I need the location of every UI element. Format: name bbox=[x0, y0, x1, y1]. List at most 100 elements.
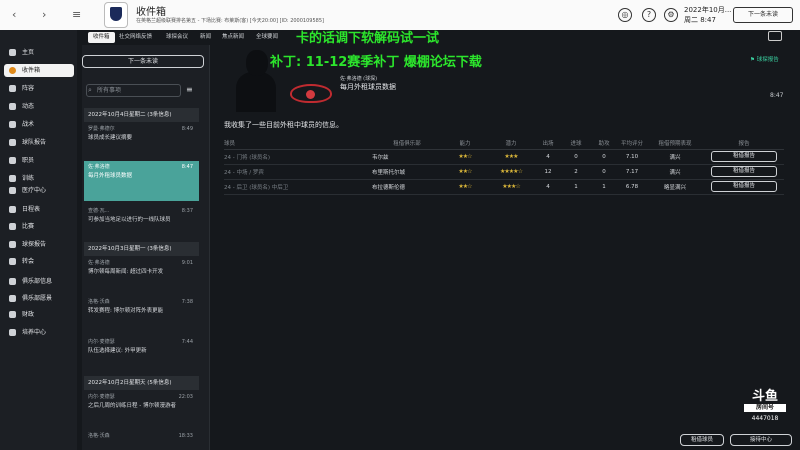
loan-club[interactable]: 韦尔兹 bbox=[372, 149, 442, 165]
continue-button[interactable]: 下一条未读 bbox=[733, 7, 793, 23]
club-badge-icon bbox=[290, 84, 332, 103]
sidebar-item-label: 日程表 bbox=[22, 206, 41, 213]
page-title: 收件箱 bbox=[136, 7, 166, 18]
apps: 4 bbox=[534, 179, 562, 195]
portrait-head bbox=[246, 50, 268, 76]
message-time: 7:44 bbox=[181, 339, 193, 345]
date-display: 2022年10月... 周二 8:47 bbox=[684, 5, 731, 25]
settings-icon[interactable]: ⚙ bbox=[664, 8, 678, 22]
next-unread-button[interactable]: 下一条未读 bbox=[82, 55, 204, 68]
sidebar-item-medical[interactable]: 医疗中心 bbox=[4, 184, 74, 197]
message-time: 22:03 bbox=[178, 394, 193, 400]
table-row[interactable]: 24 - 中场 / 罗宾 布里斯托尔城 ★★☆ ★★★★☆ 12 2 0 7.1… bbox=[224, 164, 784, 180]
player-name[interactable]: 24 - 门将 (球员名) bbox=[224, 149, 372, 165]
help-icon[interactable]: ? bbox=[642, 8, 656, 22]
message-subject: 可参加当地足以进行的一线队球员 bbox=[88, 217, 171, 223]
scout-report-link[interactable]: ⚑ 球探报告 bbox=[750, 55, 779, 63]
tab-bar: 收件箱 社交网络反馈 球探会议 新闻 焦点新闻 全球要闻 bbox=[84, 30, 800, 43]
sidebar-item-club-info[interactable]: 俱乐部信息 bbox=[4, 275, 74, 288]
avg-rating: 7.17 bbox=[618, 164, 646, 180]
list-item[interactable]: 罗曼·弗德尔 球员成长建议摘要 8:49 bbox=[84, 125, 199, 143]
list-item[interactable]: 洛格·沃森 转发赛程: 博尔顿对阵外表更能 7:38 bbox=[84, 298, 199, 316]
sidebar-item-dynamics[interactable]: 动态 bbox=[4, 100, 74, 113]
sidebar-item-schedule[interactable]: 日程表 bbox=[4, 203, 74, 216]
sidebar-item-development[interactable]: 培养中心 bbox=[4, 326, 74, 339]
table-header-row: 球员 租借俱乐部 能力 潜力 出场 进球 助攻 平均评分 租借预期表现 报告 bbox=[224, 137, 784, 150]
loan-club[interactable]: 布拉德斯伦德 bbox=[372, 179, 442, 195]
reception-center-button[interactable]: 接待中心 bbox=[730, 434, 792, 446]
message-group-header: 2022年10月2日星期天 (5条信息) bbox=[84, 376, 199, 390]
overlay-caption-line2: 补丁: 11-12赛季补丁 爆棚论坛下载 bbox=[270, 55, 482, 70]
sidebar-item-finance[interactable]: 财政 bbox=[4, 308, 74, 321]
message-subject: 球员成长建议摘要 bbox=[88, 135, 133, 141]
tab-focus-news[interactable]: 焦点新闻 bbox=[222, 32, 244, 43]
col-ability[interactable]: 能力 bbox=[442, 137, 488, 150]
col-expectation[interactable]: 租借预期表现 bbox=[646, 137, 704, 150]
sidebar-item-label: 球队报告 bbox=[22, 139, 47, 146]
list-item[interactable]: 查德·瓦... 可参加当地足以进行的一线队球员 8:37 bbox=[84, 207, 199, 225]
tab-global-news[interactable]: 全球要闻 bbox=[256, 32, 278, 43]
tab-scout-meeting[interactable]: 球探会议 bbox=[166, 32, 188, 43]
loan-club[interactable]: 布里斯托尔城 bbox=[372, 164, 442, 180]
sidebar-item-label: 职员 bbox=[22, 157, 35, 164]
col-assists[interactable]: 助攻 bbox=[590, 137, 618, 150]
sidebar-item-label: 动态 bbox=[22, 103, 35, 110]
tactics-icon bbox=[9, 121, 16, 128]
list-item[interactable]: 洛格·沃森 18:33 bbox=[84, 432, 199, 441]
player-name[interactable]: 24 - 中场 / 罗宾 bbox=[224, 164, 372, 180]
player-name[interactable]: 24 - 后卫 (球员名) 中后卫 bbox=[224, 179, 372, 195]
tab-news[interactable]: 新闻 bbox=[200, 32, 211, 43]
message-subject: 队伍选择建议: 外甲更新 bbox=[88, 348, 147, 354]
search-input[interactable]: 所有事项 bbox=[86, 84, 181, 97]
filter-menu-icon[interactable]: ≡ bbox=[186, 85, 193, 94]
back-icon[interactable]: ‹ bbox=[12, 8, 16, 21]
scout-portrait bbox=[236, 50, 276, 112]
menu-icon[interactable]: ≡ bbox=[72, 8, 81, 21]
sidebar-item-label: 医疗中心 bbox=[22, 187, 47, 194]
col-report[interactable]: 报告 bbox=[704, 137, 784, 150]
sidebar-item-label: 球探报告 bbox=[22, 241, 47, 248]
table-row[interactable]: 24 - 后卫 (球员名) 中后卫 布拉德斯伦德 ★★☆ ★★★☆ 4 1 1 … bbox=[224, 179, 784, 195]
loan-report-button[interactable]: 租借报告 bbox=[711, 166, 777, 177]
sidebar-item-team-report[interactable]: 球队报告 bbox=[4, 136, 74, 149]
sidebar-item-transfers[interactable]: 转会 bbox=[4, 255, 74, 268]
sidebar-item-staff[interactable]: 职员 bbox=[4, 154, 74, 167]
sidebar-item-matches[interactable]: 比赛 bbox=[4, 220, 74, 233]
sidebar-item-tactics[interactable]: 战术 bbox=[4, 118, 74, 131]
sidebar-item-scouting[interactable]: 球探报告 bbox=[4, 238, 74, 251]
list-item[interactable]: 佐·弗洛德 博尔顿每周新闻: 超过四卡开发 9:01 bbox=[84, 259, 199, 277]
col-apps[interactable]: 出场 bbox=[534, 137, 562, 150]
layout-settings-icon[interactable] bbox=[768, 31, 782, 41]
sidebar-item-label: 阵容 bbox=[22, 85, 35, 92]
table-row[interactable]: 24 - 门将 (球员名) 韦尔兹 ★★☆ ★★★ 4 0 0 7.10 满兴 … bbox=[224, 149, 784, 165]
col-club[interactable]: 租借俱乐部 bbox=[372, 137, 442, 150]
message-subject: 博尔顿每周新闻: 超过四卡开发 bbox=[88, 269, 164, 275]
sidebar-item-label: 战术 bbox=[22, 121, 35, 128]
list-item[interactable]: 内尔·麦德瑟 之后几周的训练日程 - 博尔顿漫游者 22:03 bbox=[84, 393, 199, 411]
col-player[interactable]: 球员 bbox=[224, 137, 372, 150]
col-goals[interactable]: 进球 bbox=[562, 137, 590, 150]
sidebar-item-club-vision[interactable]: 俱乐部愿景 bbox=[4, 292, 74, 305]
home-icon bbox=[9, 49, 16, 56]
loan-player-button[interactable]: 租借球员 bbox=[680, 434, 724, 446]
col-potential[interactable]: 潜力 bbox=[488, 137, 534, 150]
sidebar-item-label: 收件箱 bbox=[22, 67, 41, 74]
list-item-selected[interactable]: 佐·弗洛德 每月外租球员数据 8:47 bbox=[84, 161, 199, 201]
club-icon[interactable]: ◎ bbox=[618, 8, 632, 22]
message-subject-title: 每月外租球员数据 bbox=[340, 83, 396, 91]
loan-report-button[interactable]: 租借报告 bbox=[711, 151, 777, 162]
tab-social-feedback[interactable]: 社交网络反馈 bbox=[119, 32, 152, 43]
overlay-caption-line1: 卡的话调下软解码试一试 bbox=[296, 31, 440, 46]
loan-report-button[interactable]: 租借报告 bbox=[711, 181, 777, 192]
message-time: 9:01 bbox=[181, 260, 193, 266]
tab-inbox[interactable]: 收件箱 bbox=[88, 32, 115, 43]
report-cell: 租借报告 bbox=[704, 149, 784, 165]
sidebar-item-inbox[interactable]: 收件箱 bbox=[4, 64, 74, 77]
sidebar-item-home[interactable]: 主页 bbox=[4, 46, 74, 59]
forward-icon[interactable]: › bbox=[42, 8, 46, 21]
sidebar-item-squad[interactable]: 阵容 bbox=[4, 82, 74, 95]
message-time: 7:38 bbox=[181, 299, 193, 305]
list-item[interactable]: 内尔·麦德瑟 队伍选择建议: 外甲更新 7:44 bbox=[84, 338, 199, 356]
sidebar-item-label: 俱乐部愿景 bbox=[22, 295, 53, 302]
col-rating[interactable]: 平均评分 bbox=[618, 137, 646, 150]
